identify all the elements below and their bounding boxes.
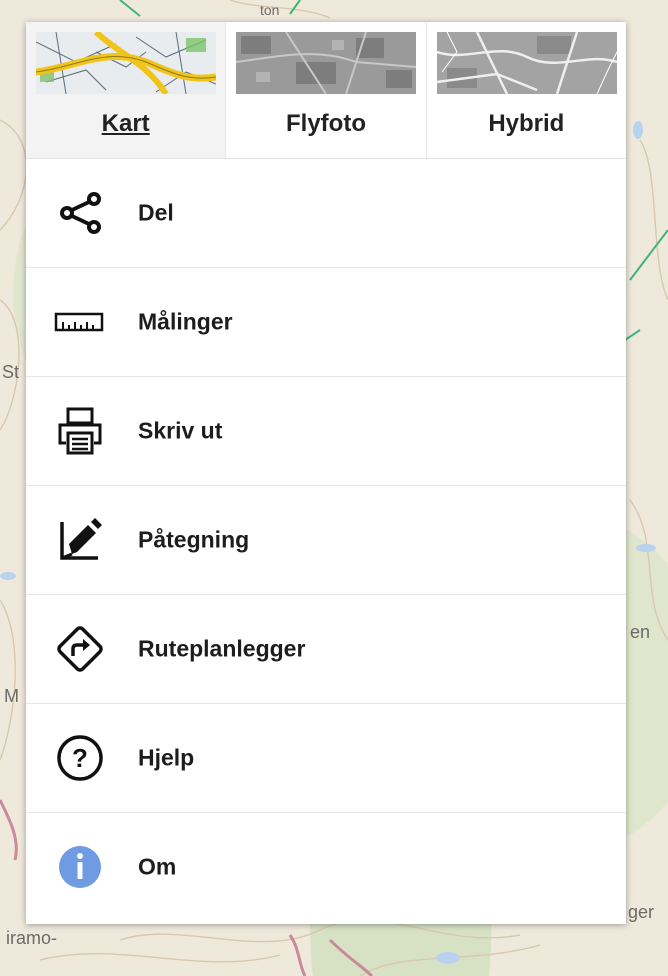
menu-item-label: Ruteplanlegger <box>138 635 306 662</box>
main-menu-panel: Kart Flyfoto Hybrid Del Målinger Skriv u… <box>26 22 626 924</box>
map-thumbnail <box>36 32 216 94</box>
svg-text:?: ? <box>72 743 88 773</box>
layer-tab-label: Hybrid <box>488 110 565 137</box>
share-icon <box>54 187 106 239</box>
layer-tab-flyfoto[interactable]: Flyfoto <box>225 22 426 158</box>
map-place-label: ger <box>628 902 655 922</box>
hybrid-thumbnail <box>436 32 617 94</box>
map-place-label: en <box>630 622 651 642</box>
aerial-thumbnail <box>236 32 417 94</box>
info-icon <box>54 841 106 893</box>
menu-item-print[interactable]: Skriv ut <box>26 377 626 486</box>
ruler-icon <box>54 296 106 348</box>
menu-item-label: Målinger <box>138 308 233 335</box>
menu-item-label: Skriv ut <box>138 417 223 444</box>
map-place-label: M <box>4 686 19 706</box>
layer-tab-hybrid[interactable]: Hybrid <box>425 22 626 158</box>
menu-item-measurements[interactable]: Målinger <box>26 268 626 377</box>
base-layer-selector: Kart Flyfoto Hybrid <box>26 22 626 159</box>
layer-tab-label: Kart <box>101 110 150 137</box>
help-icon: ? <box>54 732 106 784</box>
layer-tab-kart[interactable]: Kart <box>26 22 226 158</box>
menu-item-share[interactable]: Del <box>26 159 626 268</box>
menu-item-about[interactable]: Om <box>26 813 626 921</box>
menu-item-route-planner[interactable]: Ruteplanlegger <box>26 595 626 704</box>
draw-icon <box>54 514 106 566</box>
map-place-label: iramo- <box>6 928 58 948</box>
menu-item-drawing[interactable]: Påtegning <box>26 486 626 595</box>
menu-item-label: Om <box>138 853 177 880</box>
route-icon <box>54 623 106 675</box>
menu-item-label: Påtegning <box>138 526 250 553</box>
menu-item-label: Hjelp <box>138 744 195 771</box>
menu-item-label: Del <box>138 199 174 226</box>
menu-item-help[interactable]: ? Hjelp <box>26 704 626 813</box>
layer-tab-label: Flyfoto <box>286 110 366 137</box>
map-place-label: St <box>2 362 20 382</box>
map-place-label: ton <box>260 2 280 18</box>
printer-icon <box>54 405 106 457</box>
